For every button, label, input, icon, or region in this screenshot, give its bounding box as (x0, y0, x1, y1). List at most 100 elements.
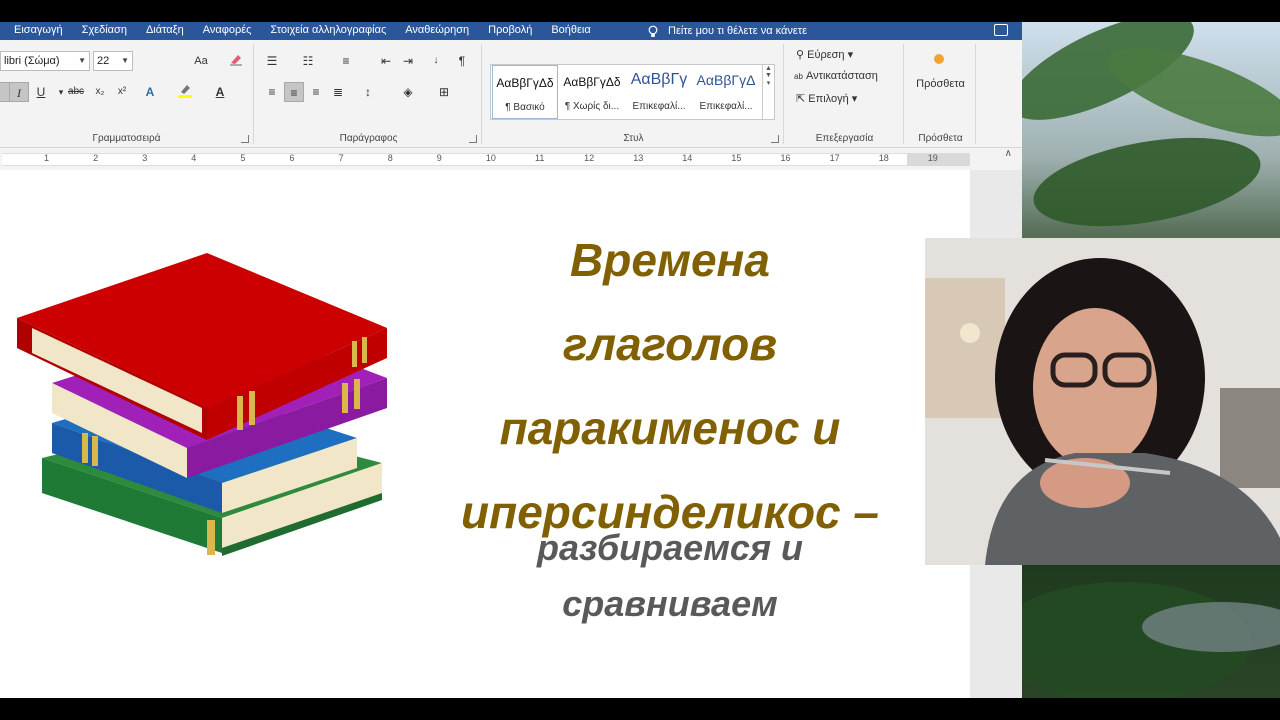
ruler-number: 10 (485, 153, 496, 163)
decrease-indent-icon[interactable]: ⇤ (376, 51, 396, 71)
editing-group: ⚲ Εύρεση ▾ ab Αντικατάσταση ⇱ Επιλογή ▾ … (786, 44, 904, 144)
subtitle-line-1: разбираемся и (536, 527, 804, 568)
tab-mailings[interactable]: Στοιχεία αλληλογραφίας (270, 22, 395, 40)
style-no-spacing[interactable]: ΑαΒβΓγΔδ ¶ Χωρίς δι... (559, 65, 625, 119)
styles-group-label: Στυλ (623, 133, 644, 144)
ruler-number: 11 (535, 153, 545, 163)
ruler-number: 14 (682, 153, 693, 163)
word-window: Εισαγωγή Σχεδίαση Διάταξη Αναφορές Στοιχ… (0, 22, 1022, 698)
tab-help[interactable]: Βοήθεια (551, 22, 599, 40)
paragraph-group-label: Παράγραφος (339, 133, 398, 144)
tab-references[interactable]: Αναφορές (203, 22, 261, 40)
numbering-icon[interactable]: ☷ (298, 51, 318, 71)
top-black-bar (0, 0, 1280, 22)
document-subtitle: разбираемся и сравниваем (420, 520, 920, 632)
strikethrough-button[interactable]: abc (66, 82, 86, 102)
font-size-select[interactable]: 22 ▼ (93, 51, 133, 71)
tab-insert[interactable]: Εισαγωγή (14, 22, 72, 40)
multilevel-list-icon[interactable]: ≡ (336, 51, 356, 71)
subtitle-line-2: сравниваем (562, 583, 778, 624)
ruler-number: 5 (240, 153, 246, 163)
tab-design[interactable]: Σχεδίαση (82, 22, 136, 40)
ruler-number: 1 (44, 153, 50, 163)
underline-button[interactable]: U (31, 82, 51, 102)
ruler-number: 15 (731, 153, 742, 163)
align-right-icon[interactable]: ≡ (306, 82, 326, 102)
editing-group-label: Επεξεργασία (815, 133, 874, 144)
ribbon-tabs: Εισαγωγή Σχεδίαση Διάταξη Αναφορές Στοιχ… (14, 22, 610, 40)
ruler-number: 19 (927, 153, 938, 163)
font-group-label: Γραμματοσειρά (92, 133, 161, 144)
collapse-ribbon-icon[interactable]: ∧ (1005, 148, 1012, 159)
dialog-launcher-icon[interactable] (771, 135, 779, 143)
paragraph-group: ☰ ☷ ≡ ⇤ ⇥ ↓ ¶ ≡ ≡ ≡ ≣ ↕ ◈ ⊞ Παράγραφος (256, 44, 482, 144)
title-line-2: глаголов (562, 318, 778, 370)
style-heading-1[interactable]: ΑαΒβΓγ Επικεφαλί... (626, 65, 692, 119)
cursor-icon: ⇱ (796, 93, 806, 105)
align-center-icon[interactable]: ≡ (284, 82, 304, 102)
chevron-down-icon: ▼ (78, 56, 86, 65)
ribbon-tab-bar: Εισαγωγή Σχεδίαση Διάταξη Αναφορές Στοιχ… (0, 22, 1022, 40)
clear-formatting-icon[interactable] (226, 51, 246, 71)
lightbulb-icon (648, 25, 658, 37)
dialog-launcher-icon[interactable] (241, 135, 249, 143)
justify-icon[interactable]: ≣ (328, 82, 348, 102)
highlight-icon[interactable] (175, 82, 195, 102)
ruler-number: 18 (878, 153, 889, 163)
line-spacing-icon[interactable]: ↕ (358, 82, 378, 102)
find-button[interactable]: ⚲ Εύρεση ▾ (796, 48, 853, 61)
ruler-number: 17 (829, 153, 840, 163)
books-illustration (17, 253, 387, 556)
ruler-number: 4 (191, 153, 197, 163)
document-area: Времена глаголов паракименос и иперсинде… (0, 170, 1022, 698)
change-case-button[interactable]: Aa (188, 51, 214, 71)
styles-gallery: ΑαΒβΓγΔδ ¶ Βασικό ΑαΒβΓγΔδ ¶ Χωρίς δι...… (490, 64, 775, 120)
tell-me-box[interactable]: Πείτε μου τι θέλετε να κάνετε (648, 22, 807, 40)
replace-icon: ab (794, 72, 803, 81)
ruler-number: 2 (93, 153, 99, 163)
style-normal[interactable]: ΑαΒβΓγΔδ ¶ Βασικό (492, 65, 558, 119)
replace-button[interactable]: ab Αντικατάσταση (794, 70, 878, 82)
ruler-number: 16 (780, 153, 791, 163)
chevron-down-icon: ▼ (121, 56, 129, 65)
sort-icon[interactable]: ↓ (426, 51, 446, 71)
dialog-launcher-icon[interactable] (469, 135, 477, 143)
document-page[interactable]: Времена глаголов паракименос и иперсинде… (0, 170, 970, 698)
subscript-button[interactable]: x₂ (90, 82, 110, 102)
tell-me-text: Πείτε μου τι θέλετε να κάνετε (668, 25, 807, 37)
addins-group-label: Πρόσθετα (918, 133, 963, 144)
ruler-number: 3 (142, 153, 148, 163)
comments-icon[interactable] (994, 24, 1008, 36)
presenter-video-frame (925, 238, 1280, 565)
increase-indent-icon[interactable]: ⇥ (398, 51, 418, 71)
text-effects-icon[interactable]: A (140, 82, 160, 102)
font-name-select[interactable]: libri (Σώμα) ▼ (0, 51, 90, 71)
italic-button[interactable]: I (9, 82, 29, 102)
bullets-icon[interactable]: ☰ (262, 51, 282, 71)
font-color-icon[interactable]: A (210, 82, 230, 102)
ruler-number: 12 (584, 153, 595, 163)
styles-scroll[interactable]: ▲ ▼ ▾ (762, 65, 774, 119)
addins-icon (934, 54, 944, 64)
horizontal-ruler: 1 2 3 4 5 6 7 8 9 10 11 12 13 14 15 16 17 18 19 ∧ (0, 148, 1022, 170)
ruler-number: 6 (289, 153, 295, 163)
tab-layout[interactable]: Διάταξη (146, 22, 193, 40)
style-heading-2[interactable]: ΑαΒβΓγΔ Επικεφαλί... (693, 65, 759, 119)
font-group: libri (Σώμα) ▼ 22 ▼ Aa I U ▾ abc x₂ x² A A… (0, 44, 254, 144)
ruler-number: 13 (633, 153, 644, 163)
ruler-margin (907, 153, 970, 166)
tab-view[interactable]: Προβολή (488, 22, 541, 40)
align-left-icon[interactable]: ≡ (262, 82, 282, 102)
superscript-button[interactable]: x² (112, 82, 132, 102)
addins-button[interactable]: Πρόσθετα (906, 78, 975, 90)
bottom-black-bar (0, 698, 1280, 720)
ruler-number: 9 (436, 153, 442, 163)
webcam-video (925, 238, 1280, 565)
select-button[interactable]: ⇱ Επιλογή ▾ (796, 92, 857, 105)
borders-icon[interactable]: ⊞ (434, 82, 454, 102)
title-line-1: Времена (570, 234, 770, 286)
show-marks-icon[interactable]: ¶ (452, 51, 472, 71)
addins-group: Πρόσθετα Πρόσθετα (906, 44, 976, 144)
shading-icon[interactable]: ◈ (398, 82, 418, 102)
tab-review[interactable]: Αναθεώρηση (405, 22, 478, 40)
